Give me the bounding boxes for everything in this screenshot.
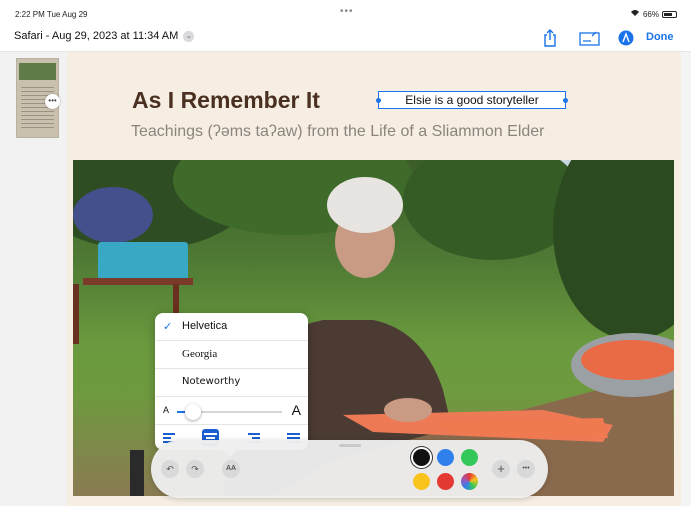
font-option-label: Noteworthy [182,376,241,387]
battery-percent: 66% [642,9,659,19]
done-button[interactable]: Done [646,31,674,43]
page-edge [681,52,691,506]
status-time: 2:22 PM Tue Aug 29 [15,10,88,19]
font-option-noteworthy[interactable]: Noteworthy [155,369,308,397]
share-icon[interactable] [543,29,557,52]
page-thumbnails-sidebar: ••• [0,52,67,506]
markup-palette: ↶ ↷ AA + ••• [151,440,548,498]
resize-handle-right[interactable] [563,98,568,103]
resize-handle-left[interactable] [376,98,381,103]
status-bar: 2:22 PM Tue Aug 29 ••• 66% [0,0,691,26]
thumbnail-image [19,63,56,80]
undo-icon[interactable]: ↶ [161,460,179,478]
color-red-swatch[interactable] [437,473,454,490]
document-title: Safari - Aug 29, 2023 at 11:34 AM [14,30,179,42]
document-title-button[interactable]: Safari - Aug 29, 2023 at 11:34 AM ⌄ [14,30,195,42]
font-option-label: Helvetica [182,320,228,332]
signature-icon[interactable] [579,30,600,51]
font-size-small-label: A [163,405,170,415]
color-picker-icon[interactable] [461,473,478,490]
markup-toolbar: Safari - Aug 29, 2023 at 11:34 AM ⌄ Done [0,26,691,52]
thumbnail-more-button[interactable]: ••• [45,94,60,109]
color-blue-swatch[interactable] [437,449,454,466]
page-thumbnail[interactable]: ••• [16,58,60,138]
text-annotation[interactable]: Elsie is a good storyteller [405,93,538,107]
checkmark-icon: ✓ [163,321,173,333]
more-options-button[interactable]: ••• [517,460,535,478]
markup-icon[interactable] [618,30,634,51]
font-size-slider[interactable] [177,404,282,420]
redo-icon[interactable]: ↷ [186,460,204,478]
palette-grabber[interactable] [339,444,361,447]
font-size-slider-knob[interactable] [185,404,201,420]
text-annotation-box[interactable]: Elsie is a good storyteller [376,91,568,109]
font-option-label: Georgia [182,348,218,360]
color-yellow-swatch[interactable] [413,473,430,490]
page-subtitle: Teachings (ʔəms taʔaw) from the Life of … [131,123,545,140]
text-format-popover: ✓ Helvetica Georgia Noteworthy A A [155,313,308,450]
color-green-swatch[interactable] [461,449,478,466]
wifi-icon [630,9,640,19]
add-markup-button[interactable]: + [492,460,510,478]
status-right: 66% [630,9,677,19]
multitasking-dots[interactable]: ••• [340,6,354,17]
chevron-down-icon: ⌄ [183,30,195,42]
font-size-row: A A [155,397,308,425]
color-black-swatch[interactable] [413,449,430,466]
font-option-helvetica[interactable]: ✓ Helvetica [155,313,308,341]
font-option-georgia[interactable]: Georgia [155,341,308,369]
text-format-button[interactable]: AA [222,460,240,478]
page-title: As I Remember It [132,87,320,113]
battery-icon [662,10,677,18]
font-size-large-label: A [291,402,301,418]
